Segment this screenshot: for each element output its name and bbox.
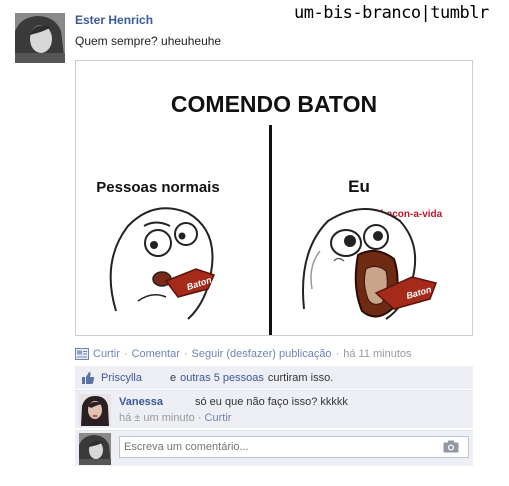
separator: · (183, 348, 188, 360)
author-avatar[interactable] (15, 13, 65, 63)
comment-item: Vanessa só eu que não faço isso? kkkkk h… (75, 390, 473, 428)
likes-suffix: curtiram isso. (267, 371, 334, 384)
current-user-avatar (79, 433, 111, 465)
meme-left-label: Pessoas normais (96, 179, 219, 196)
commenter-name[interactable]: Vanessa (119, 396, 163, 408)
like-link[interactable]: Curtir (93, 348, 120, 360)
meme-title: COMENDO BATON (171, 91, 377, 117)
comment-like-link[interactable]: Curtir (205, 412, 232, 424)
comment-meta: há ± um minuto · Curtir (119, 412, 231, 424)
post-actions: Curtir · Comentar · Seguir (desfazer) pu… (75, 347, 412, 361)
other-likers-link[interactable]: outras 5 pessoas (180, 372, 264, 384)
camera-icon[interactable] (443, 440, 459, 453)
commenter-avatar[interactable] (79, 394, 111, 426)
separator: · (123, 348, 128, 360)
meme-right-label: Eu (348, 177, 370, 196)
comment-composer (75, 430, 473, 466)
liker-name-link[interactable]: Priscylla (101, 372, 142, 384)
comment-text: só eu que não faço isso? kkkkk (195, 396, 348, 408)
post-photo[interactable]: COMENDO BATON Pessoas normais Eu toddy-b… (75, 60, 473, 336)
likes-summary: Priscylla e outras 5 pessoas curtiram is… (75, 366, 473, 389)
document-icon (75, 348, 89, 360)
post-text: Quem sempre? uheuheuhe (75, 34, 222, 48)
separator: · (197, 412, 202, 424)
likes-connector: e (169, 371, 177, 384)
comment-input[interactable] (119, 436, 469, 458)
follow-post-link[interactable]: Seguir (desfazer) publicação (192, 348, 332, 360)
tumblr-watermark: um-bis-branco|tumblr (294, 3, 489, 23)
comment-link[interactable]: Comentar (132, 348, 180, 360)
post-timestamp[interactable]: há 11 minutos (343, 348, 411, 360)
thumbs-up-icon (81, 371, 95, 385)
separator: · (335, 348, 340, 360)
comment-timestamp[interactable]: há ± um minuto (119, 412, 195, 424)
author-name[interactable]: Ester Henrich (75, 13, 153, 27)
